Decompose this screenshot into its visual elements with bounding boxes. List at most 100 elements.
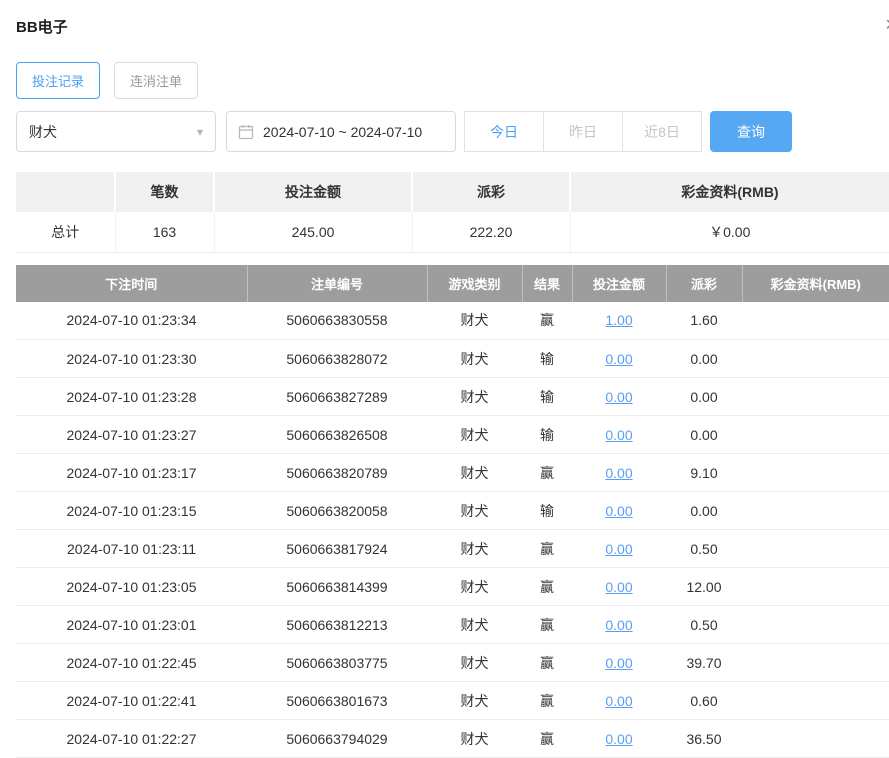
bet-amount-link[interactable]: 0.00 (605, 351, 632, 367)
payout-cell: 1.60 (666, 302, 742, 340)
summary-total-row: 总计 163 245.00 222.20 ￥0.00 (16, 212, 889, 252)
summary-header-row: 笔数 投注金额 派彩 彩金资料(RMB) (16, 172, 889, 212)
result-cell: 赢 (522, 606, 572, 644)
bet-time-cell: 2024-07-10 01:23:27 (16, 416, 247, 454)
table-row: 2024-07-10 01:23:15 5060663820058 财犬 输 0… (16, 492, 889, 530)
game-type-cell: 财犬 (427, 416, 522, 454)
result-cell: 赢 (522, 644, 572, 682)
bonus-cell (742, 378, 889, 416)
game-select[interactable]: 财犬 ▾ (16, 111, 216, 152)
tab-bar: 投注记录 连消注单 (16, 62, 889, 99)
summary-total-bet-amount: 245.00 (214, 212, 412, 252)
bet-amount-cell: 0.00 (572, 492, 666, 530)
payout-cell: 0.00 (666, 378, 742, 416)
bet-amount-link[interactable]: 0.00 (605, 655, 632, 671)
result-cell: 赢 (522, 530, 572, 568)
bet-time-cell: 2024-07-10 01:23:17 (16, 454, 247, 492)
bet-amount-link[interactable]: 0.00 (605, 427, 632, 443)
summary-total-count: 163 (115, 212, 214, 252)
quick-btn-yesterday[interactable]: 昨日 (543, 111, 623, 152)
bonus-cell (742, 644, 889, 682)
date-range-input[interactable]: 2024-07-10 ~ 2024-07-10 (226, 111, 456, 152)
table-row: 2024-07-10 01:23:30 5060663828072 财犬 输 0… (16, 340, 889, 378)
quick-btn-today[interactable]: 今日 (464, 111, 544, 152)
bet-amount-link[interactable]: 0.00 (605, 617, 632, 633)
bet-time-cell: 2024-07-10 01:23:34 (16, 302, 247, 340)
summary-header-bet-amount: 投注金额 (214, 172, 412, 212)
bet-amount-link[interactable]: 0.00 (605, 731, 632, 747)
summary-total-bonus: ￥0.00 (570, 212, 889, 252)
title-row: BB电子 ✕ (16, 16, 889, 40)
game-select-value: 财犬 (29, 122, 57, 142)
order-id-cell: 5060663817924 (247, 530, 427, 568)
page-title: BB电子 (16, 19, 68, 36)
bonus-cell (742, 454, 889, 492)
bet-table-header-row: 下注时间 注单编号 游戏类别 结果 投注金额 派彩 彩金资料(RMB) (16, 265, 889, 302)
bet-amount-cell: 0.00 (572, 340, 666, 378)
quick-btn-last8days[interactable]: 近8日 (622, 111, 702, 152)
bet-amount-link[interactable]: 0.00 (605, 579, 632, 595)
bonus-cell (742, 720, 889, 758)
game-type-cell: 财犬 (427, 606, 522, 644)
table-row: 2024-07-10 01:23:17 5060663820789 财犬 赢 0… (16, 454, 889, 492)
col-header-time: 下注时间 (16, 265, 247, 302)
bet-amount-link[interactable]: 0.00 (605, 693, 632, 709)
bonus-cell (742, 340, 889, 378)
payout-cell: 36.50 (666, 720, 742, 758)
order-id-cell: 5060663820058 (247, 492, 427, 530)
col-header-payout: 派彩 (666, 265, 742, 302)
payout-cell: 0.00 (666, 340, 742, 378)
bet-amount-cell: 0.00 (572, 416, 666, 454)
table-row: 2024-07-10 01:23:01 5060663812213 财犬 赢 0… (16, 606, 889, 644)
result-cell: 赢 (522, 568, 572, 606)
bonus-cell (742, 606, 889, 644)
order-id-cell: 5060663827289 (247, 378, 427, 416)
bet-amount-link[interactable]: 1.00 (605, 312, 632, 328)
date-range-value: 2024-07-10 ~ 2024-07-10 (263, 124, 422, 140)
bet-amount-cell: 0.00 (572, 682, 666, 720)
bet-amount-link[interactable]: 0.00 (605, 503, 632, 519)
table-row: 2024-07-10 01:23:28 5060663827289 财犬 输 0… (16, 378, 889, 416)
col-header-bet-amount: 投注金额 (572, 265, 666, 302)
search-button[interactable]: 查询 (710, 111, 792, 152)
bet-amount-cell: 0.00 (572, 454, 666, 492)
bet-time-cell: 2024-07-10 01:23:28 (16, 378, 247, 416)
result-cell: 赢 (522, 302, 572, 340)
bet-amount-link[interactable]: 0.00 (605, 541, 632, 557)
col-header-bonus: 彩金资料(RMB) (742, 265, 889, 302)
summary-total-label: 总计 (16, 212, 115, 252)
result-cell: 输 (522, 340, 572, 378)
bonus-cell (742, 682, 889, 720)
payout-cell: 9.10 (666, 454, 742, 492)
chevron-down-icon: ▾ (197, 125, 203, 139)
tab-cancelled-orders[interactable]: 连消注单 (114, 62, 198, 99)
bonus-cell (742, 416, 889, 454)
summary-header-bonus: 彩金资料(RMB) (570, 172, 889, 212)
bet-amount-link[interactable]: 0.00 (605, 465, 632, 481)
bet-amount-cell: 0.00 (572, 530, 666, 568)
game-type-cell: 财犬 (427, 454, 522, 492)
order-id-cell: 5060663814399 (247, 568, 427, 606)
col-header-result: 结果 (522, 265, 572, 302)
order-id-cell: 5060663812213 (247, 606, 427, 644)
summary-total-payout: 222.20 (412, 212, 570, 252)
game-type-cell: 财犬 (427, 568, 522, 606)
game-type-cell: 财犬 (427, 492, 522, 530)
result-cell: 输 (522, 416, 572, 454)
bet-amount-cell: 0.00 (572, 606, 666, 644)
close-icon[interactable]: ✕ (885, 18, 889, 34)
bonus-cell (742, 302, 889, 340)
payout-cell: 0.50 (666, 606, 742, 644)
payout-cell: 0.00 (666, 416, 742, 454)
quick-date-group: 今日 昨日 近8日 (464, 111, 702, 152)
game-type-cell: 财犬 (427, 644, 522, 682)
bet-time-cell: 2024-07-10 01:22:27 (16, 720, 247, 758)
bet-amount-cell: 0.00 (572, 378, 666, 416)
game-type-cell: 财犬 (427, 682, 522, 720)
bet-time-cell: 2024-07-10 01:22:41 (16, 682, 247, 720)
bet-amount-link[interactable]: 0.00 (605, 389, 632, 405)
result-cell: 赢 (522, 454, 572, 492)
tab-bet-records[interactable]: 投注记录 (16, 62, 100, 99)
bet-time-cell: 2024-07-10 01:22:45 (16, 644, 247, 682)
game-type-cell: 财犬 (427, 378, 522, 416)
